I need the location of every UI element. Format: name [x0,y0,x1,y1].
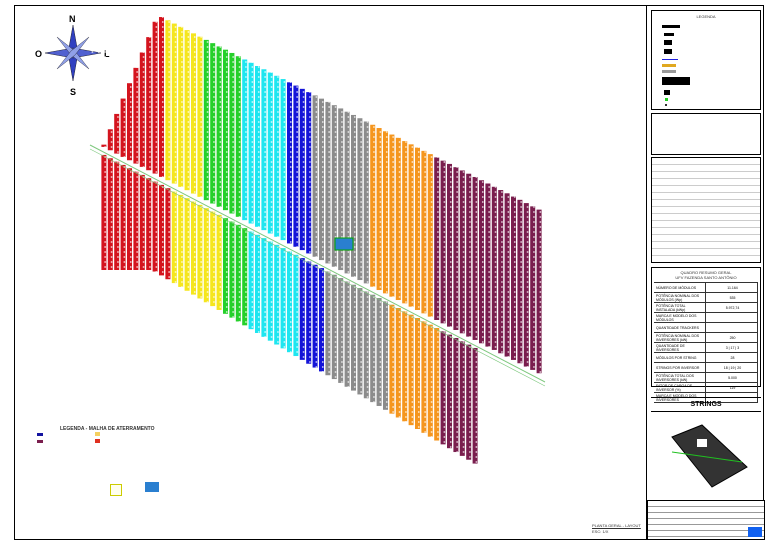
legend-title: LEGENDA [696,14,716,19]
side-panel: LEGENDA QUADRO RESUMO GERAL UFV FAZENDA … [646,5,765,540]
summary-row: QUANTIDADE TRACKERS [654,323,758,333]
title-block [647,500,765,540]
legend-swatch-yellow [95,432,100,436]
summary-value: 5.972,74 [706,303,758,312]
summary-label: STRINGS POR INVERSOR [654,363,706,372]
summary-label: POTÊNCIA NOMINAL DOS INVERSORES (kW) [654,333,706,342]
summary-value: 119 [706,383,758,392]
summary-label: NÚMERO DE MÓDULOS [654,283,706,292]
summary-subtitle: UFV FAZENDA SANTO ANTÔNIO [675,275,737,280]
summary-value [706,313,758,322]
scale-label: ESC: 1/X [592,529,609,534]
notes-box [651,113,761,155]
summary-label: POTÊNCIA TOTAL DOS INVERSORES (kW) [654,373,706,382]
summary-label: POTÊNCIA TOTAL INSTALADA (kWp) [654,303,706,312]
legend-swatch-maroon [37,440,43,443]
module-table [651,157,761,263]
summary-row: STRINGS POR INVERSOR 18 | 19 | 20 [654,363,758,373]
summary-row: POTÊNCIA NOMINAL DOS MÓDULOS (Wp) 535 [654,293,758,303]
summary-row: NÚMERO DE MÓDULOS 11.164 [654,283,758,293]
summary-value: 5.000 [706,373,758,382]
summary-label: POTÊNCIA NOMINAL DOS MÓDULOS (Wp) [654,293,706,302]
summary-value: 535 [706,293,758,302]
summary-row: POTÊNCIA TOTAL DOS INVERSORES (kW) 5.000 [654,373,758,383]
summary-label: FATOR DE CARGA DE INVERSOR (%) [654,383,706,392]
substation [334,237,354,251]
legend-swatch-blue [37,433,43,436]
summary-value: 3 | 17 | 3 [706,343,758,352]
summary-value: 28 [706,353,758,362]
plan-label: PLANTA GERAL - LAYOUT [592,523,641,528]
detail-symbol-substation [145,482,159,492]
summary-row: MÓDULOS POR STRING 28 [654,353,758,363]
key-map [667,417,752,492]
summary-label: QUANTIDADE DE INVERSORES [654,343,706,352]
summary-value: 18 | 19 | 20 [706,363,758,372]
summary-label: MÓDULOS POR STRING [654,353,706,362]
detail-symbol [110,484,122,496]
summary-value [706,323,758,332]
summary-value: 250 [706,333,758,342]
summary-table: QUADRO RESUMO GERAL UFV FAZENDA SANTO AN… [651,267,761,403]
solar-plant-layout [89,10,550,510]
module-pattern [90,10,550,510]
summary-row: MARCA E MODELO DOS MÓDULOS [654,313,758,323]
grounding-legend-title: LEGENDA - MALHA DE ATERRAMENTO [60,426,155,432]
summary-row: FATOR DE CARGA DE INVERSOR (%) 119 [654,383,758,393]
summary-row: POTÊNCIA NOMINAL DOS INVERSORES (kW) 250 [654,333,758,343]
summary-row: QUANTIDADE DE INVERSORES 3 | 17 | 3 [654,343,758,353]
summary-row: POTÊNCIA TOTAL INSTALADA (kWp) 5.972,74 [654,303,758,313]
summary-label: MARCA E MODELO DOS MÓDULOS [654,313,706,322]
legend-box: LEGENDA [651,10,761,110]
strings-title: STRINGS [690,401,722,408]
legend-swatch-red [95,439,100,443]
summary-label: QUANTIDADE TRACKERS [654,323,706,332]
summary-value: 11.164 [706,283,758,292]
